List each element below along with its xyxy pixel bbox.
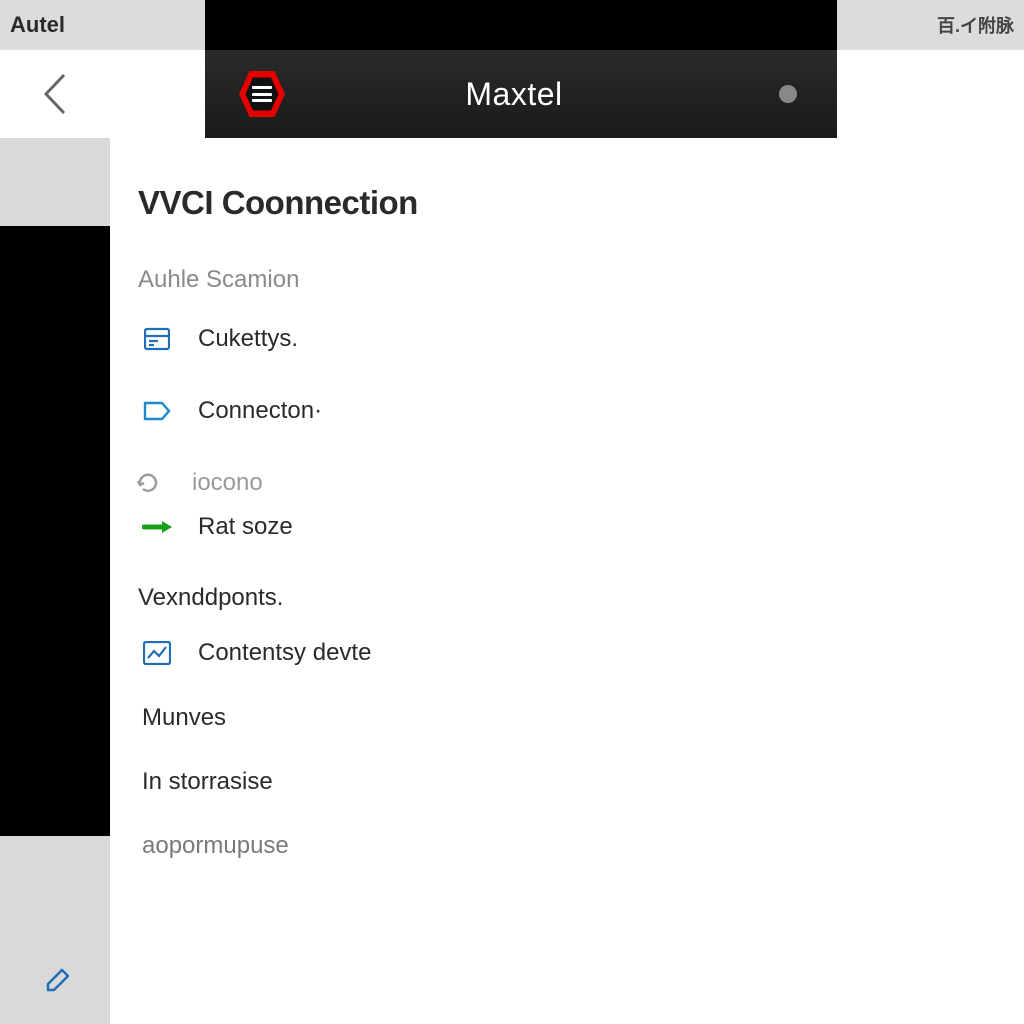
list-item-label: Cukettys. [198, 325, 298, 353]
left-rail [0, 226, 110, 836]
section-label-1: Auhle Scamion [138, 266, 996, 294]
list-item[interactable]: Munves [138, 704, 996, 732]
brand-label: Autel [10, 12, 65, 38]
list-item[interactable]: Connecton· [142, 396, 996, 426]
chart-icon [142, 638, 172, 668]
arrow-right-icon [142, 512, 172, 542]
status-dot-icon [779, 85, 797, 103]
page-title: Maxtel [249, 76, 779, 113]
status-center-block [205, 0, 837, 50]
list-item-label: Rat soze [198, 513, 293, 541]
chevron-left-icon [38, 69, 72, 119]
content-panel: VVCI Coonnection Auhle Scamion Cukettys.… [110, 138, 1024, 1024]
header-titlebar: Maxtel [205, 50, 837, 138]
list-item[interactable]: In storrasise [138, 768, 996, 796]
tool-icon[interactable] [42, 966, 72, 996]
card-icon [142, 324, 172, 354]
list-item[interactable]: Contentsy devte [142, 638, 996, 668]
section-label-3: Vexnddponts. [138, 584, 996, 612]
panel-heading: VVCI Coonnection [138, 184, 996, 222]
section-label-2: iocono [192, 469, 263, 497]
back-button[interactable] [0, 50, 110, 138]
list-item[interactable]: Cukettys. [142, 324, 996, 354]
section-label-2-row: iocono [132, 468, 996, 498]
tag-icon [142, 396, 172, 426]
status-right-text: 百.イ附脉 [937, 12, 1014, 38]
list-item-label: Contentsy devte [198, 639, 371, 667]
list-item[interactable]: Rat soze [142, 512, 996, 542]
refresh-icon [132, 468, 166, 498]
list-item[interactable]: aopormupuse [138, 832, 996, 860]
list-item-label: Connecton· [198, 397, 322, 425]
header: Maxtel [0, 50, 1024, 138]
